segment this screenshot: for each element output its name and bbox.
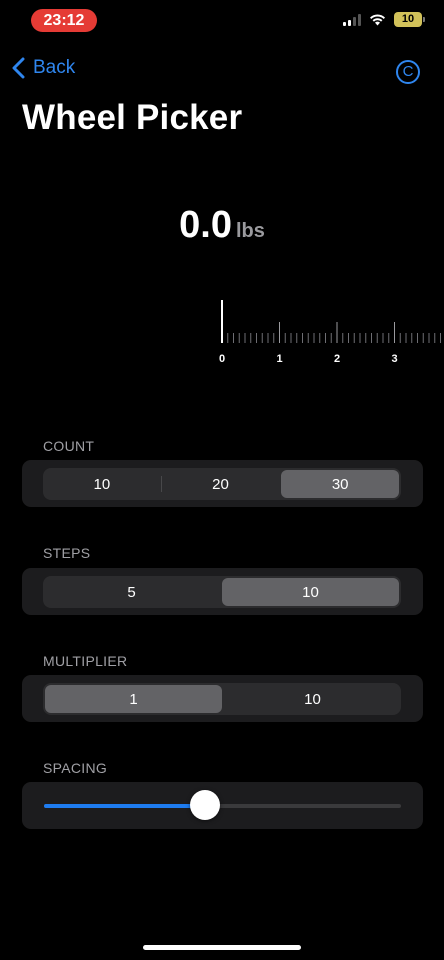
count-option-30[interactable]: 30 <box>281 470 400 498</box>
status-time: 23:12 <box>31 9 97 32</box>
wifi-icon <box>369 13 386 26</box>
multiplier-label: MULTIPLIER <box>43 653 128 669</box>
spacing-slider[interactable] <box>44 790 401 820</box>
count-label: COUNT <box>43 438 95 454</box>
multiplier-option-10[interactable]: 10 <box>224 683 401 715</box>
multiplier-option-1[interactable]: 1 <box>45 685 222 713</box>
slider-thumb[interactable] <box>189 790 220 820</box>
picker-value: 0.0 <box>179 204 232 246</box>
count-segmented-control[interactable]: 10 20 30 <box>43 468 401 500</box>
page-title: Wheel Picker <box>22 98 243 137</box>
chevron-left-icon <box>12 57 25 79</box>
picker-unit: lbs <box>235 220 265 242</box>
battery-icon: 10 <box>394 12 425 27</box>
ruler-label: 0 <box>219 353 225 365</box>
steps-option-10[interactable]: 10 <box>222 578 399 606</box>
spacing-label: SPACING <box>43 760 108 776</box>
home-indicator[interactable] <box>143 945 301 950</box>
copyright-icon[interactable]: C <box>396 60 420 84</box>
count-option-10[interactable]: 10 <box>43 468 161 500</box>
spacing-card <box>22 782 423 829</box>
ruler-label: 3 <box>391 353 397 365</box>
count-card: 10 20 30 <box>22 460 423 507</box>
count-option-20[interactable]: 20 <box>162 468 280 500</box>
steps-option-5[interactable]: 5 <box>43 576 220 608</box>
ruler-label: 1 <box>276 353 282 365</box>
wheel-picker-ruler[interactable]: 0 1 2 3 <box>0 295 444 375</box>
ruler-label: 2 <box>334 353 340 365</box>
status-indicators: 10 <box>343 12 425 27</box>
cellular-signal-icon <box>343 13 361 26</box>
value-readout: 0.0 lbs <box>0 204 444 247</box>
back-label: Back <box>33 57 76 78</box>
steps-segmented-control[interactable]: 5 10 <box>43 576 401 608</box>
back-button[interactable]: Back <box>12 57 75 79</box>
slider-fill <box>44 804 205 808</box>
multiplier-segmented-control[interactable]: 1 10 <box>43 683 401 715</box>
steps-card: 5 10 <box>22 568 423 615</box>
multiplier-card: 1 10 <box>22 675 423 722</box>
steps-label: STEPS <box>43 545 91 561</box>
